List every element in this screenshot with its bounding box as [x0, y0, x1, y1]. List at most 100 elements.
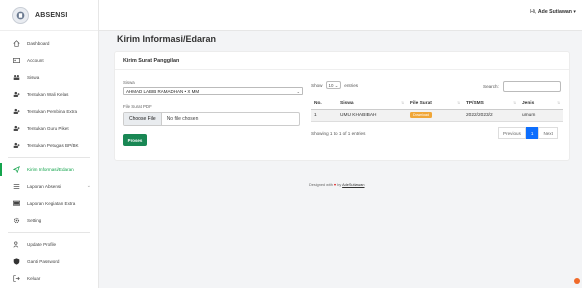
sidebar-item-label: Tentukan Wali Kelas — [27, 92, 69, 97]
brand[interactable]: ABSENSI — [0, 0, 98, 31]
divider — [8, 232, 90, 233]
home-icon — [13, 40, 20, 47]
sidebar-item-ganti-password[interactable]: Ganti Password — [0, 253, 98, 270]
col-header-jenis[interactable]: Jenis ⇅ — [519, 98, 563, 110]
sidebar-item-wali-kelas[interactable]: Tentukan Wali Kelas — [0, 86, 98, 103]
logout-icon — [13, 275, 20, 282]
monitor-icon — [13, 200, 20, 207]
footer-by: by — [337, 183, 342, 187]
send-icon — [13, 166, 20, 173]
id-card-icon — [13, 57, 20, 64]
sidebar-item-label: Keluar — [27, 276, 41, 281]
page-title: Kirim Informasi/Edaran — [117, 34, 217, 44]
siswa-label: Siswa — [123, 80, 135, 85]
show-suffix: entries — [344, 82, 359, 88]
user-menu[interactable]: Hi, Ade Sutiawan ▾ — [530, 9, 576, 15]
file-input[interactable]: Choose File No file chosen — [123, 112, 300, 126]
user-greeting: Hi, — [530, 9, 538, 15]
sidebar-item-update-profile[interactable]: Update Profile — [0, 236, 98, 253]
sidebar-item-siswa[interactable]: Siswa — [0, 69, 98, 86]
footer: Designed with ♥ by AdeSutiawan — [309, 183, 365, 187]
gear-icon — [13, 217, 20, 224]
search-input[interactable] — [502, 81, 561, 92]
footer-prefix: Designed with — [309, 183, 333, 187]
divider — [115, 69, 569, 70]
table-info: Showing 1 to 1 of 1 entries — [311, 131, 366, 136]
table-row: 1 UMU KHABIBAH Download 2022/2023/2 umum — [311, 109, 563, 122]
sidebar-item-label: Laporan Kegiatan Extra — [27, 201, 76, 206]
sidebar-item-keluar[interactable]: Keluar — [0, 270, 98, 287]
user-name: Ade Sutiawan — [537, 9, 572, 15]
pagination: Previous 1 Next — [498, 127, 558, 139]
sidebar-item-account[interactable]: Account — [0, 52, 98, 69]
sidebar-item-label: Tentukan Petugas BP/BK — [27, 143, 79, 148]
cell-tpsms: 2022/2023/2 — [463, 109, 519, 122]
list-icon — [13, 183, 20, 190]
brand-title: ABSENSI — [35, 11, 68, 19]
col-header-no[interactable]: No. — [311, 98, 337, 110]
heart-icon: ♥ — [333, 183, 337, 187]
user-edit-icon — [13, 241, 20, 248]
choose-file-button[interactable]: Choose File — [124, 113, 162, 125]
scroll-top-button[interactable] — [574, 278, 580, 284]
sidebar-item-petugas-bpbk[interactable]: Tentukan Petugas BP/BK — [0, 137, 98, 154]
next-button[interactable]: Next — [538, 127, 558, 139]
table-header-row: No. Siswa ⇅ File Surat ⇅ TP/SMS ⇅ Jenis ⇅ — [311, 98, 563, 110]
previous-button[interactable]: Previous — [498, 127, 526, 139]
cell-jenis: umum — [519, 109, 563, 122]
user-plus-icon — [13, 91, 20, 98]
divider — [8, 157, 90, 158]
cell-no: 1 — [311, 109, 337, 122]
form-card: Kirim Surat Panggilan Siswa AHMAD LABIB … — [114, 51, 570, 161]
siswa-select-value: AHMAD LABIB RAMADHAN • X MM — [126, 89, 200, 94]
sidebar: ABSENSI Dashboard Account Siswa Tentukan… — [0, 0, 99, 288]
download-button[interactable]: Download — [410, 112, 432, 118]
sidebar-item-dashboard[interactable]: Dashboard — [0, 35, 98, 52]
sidebar-item-label: Account — [27, 58, 44, 63]
search-label: Search: — [483, 84, 499, 89]
user-plus-icon — [13, 125, 20, 132]
user-plus-icon — [13, 142, 20, 149]
cell-file: Download — [407, 109, 463, 122]
sidebar-item-label: Kirim Informasi/Edaran — [27, 167, 74, 172]
page-1-button[interactable]: 1 — [525, 127, 539, 139]
cell-siswa: UMU KHABIBAH — [337, 109, 407, 122]
proses-button[interactable]: Proses — [123, 134, 147, 146]
col-header-siswa[interactable]: Siswa ⇅ — [337, 98, 407, 110]
sidebar-item-label: Ganti Password — [27, 259, 60, 264]
show-prefix: Show — [311, 82, 323, 88]
file-label: File Surat PDF — [123, 104, 152, 109]
entries-select[interactable]: 10 ⌄ — [325, 81, 342, 89]
topbar: Hi, Ade Sutiawan ▾ — [99, 0, 582, 31]
siswa-select[interactable]: AHMAD LABIB RAMADHAN • X MM ⌄ — [123, 87, 303, 95]
sidebar-item-laporan-absensi[interactable]: Laporan Absensi ⌄ — [0, 178, 98, 195]
users-icon — [13, 74, 20, 81]
col-header-tpsms[interactable]: TP/SMS ⇅ — [463, 98, 519, 110]
sidebar-item-guru-piket[interactable]: Tentukan Guru Piket — [0, 120, 98, 137]
sidebar-item-kirim-informasi[interactable]: Kirim Informasi/Edaran — [0, 161, 98, 178]
sidebar-item-label: Setting — [27, 218, 42, 223]
letters-table: No. Siswa ⇅ File Surat ⇅ TP/SMS ⇅ Jenis ⇅ 1 … — [311, 98, 563, 122]
sidebar-item-label: Tentukan Pembina Extra — [27, 109, 78, 114]
col-header-file[interactable]: File Surat ⇅ — [407, 98, 463, 110]
sidebar-item-laporan-extra[interactable]: Laporan Kegiatan Extra — [0, 195, 98, 212]
file-status: No file chosen — [166, 116, 199, 122]
chevron-down-icon: ⌄ — [86, 183, 91, 189]
sidebar-nav: Dashboard Account Siswa Tentukan Wali Ke… — [0, 31, 98, 287]
sidebar-item-label: Tentukan Guru Piket — [27, 126, 69, 131]
entries-length: Show 10 ⌄ entries — [311, 81, 358, 89]
shield-icon — [13, 258, 20, 265]
entries-select-value: 10 — [328, 83, 334, 88]
sidebar-item-pembina-extra[interactable]: Tentukan Pembina Extra — [0, 103, 98, 120]
sidebar-item-label: Laporan Absensi — [27, 184, 62, 189]
sidebar-item-setting[interactable]: Setting — [0, 212, 98, 229]
user-plus-icon — [13, 108, 20, 115]
chevron-down-icon: ▾ — [573, 9, 576, 15]
card-title: Kirim Surat Panggilan — [123, 58, 180, 64]
sidebar-item-label: Dashboard — [27, 41, 50, 46]
school-logo-icon — [12, 6, 29, 24]
author-link[interactable]: AdeSutiawan — [342, 183, 364, 187]
sidebar-item-label: Update Profile — [27, 242, 57, 247]
sidebar-item-label: Siswa — [27, 75, 40, 80]
table-search: Search: — [483, 81, 561, 92]
